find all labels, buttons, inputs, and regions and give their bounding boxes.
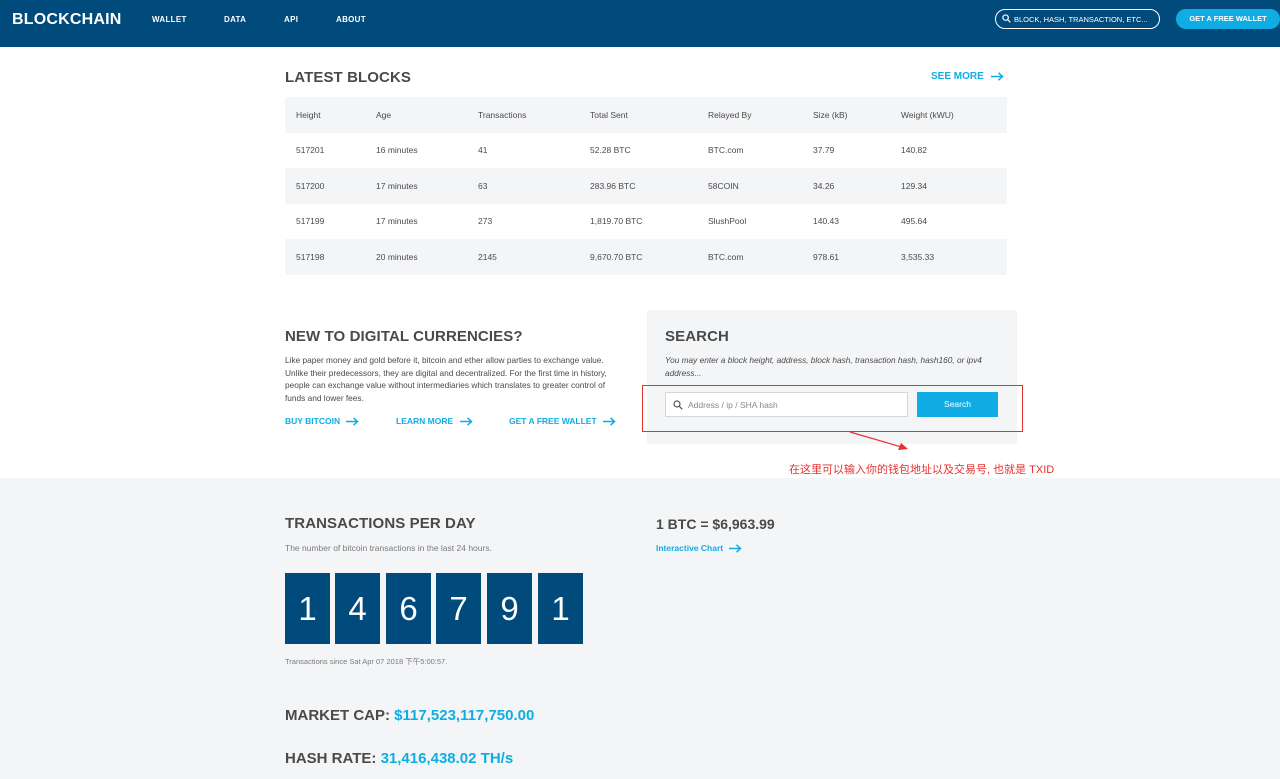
table-row: 517199 17 minutes 273 1,819.70 BTC Slush… — [285, 204, 1007, 240]
block-age: 17 minutes — [376, 216, 418, 227]
arrow-right-icon — [459, 417, 473, 427]
counter-digit: 7 — [436, 573, 481, 644]
block-age: 20 minutes — [376, 251, 418, 262]
relayed-by-link[interactable]: BTC.com — [697, 133, 802, 169]
transactions-subtitle: The number of bitcoin transactions in th… — [285, 543, 492, 553]
block-weight: 129.34 — [901, 180, 927, 191]
block-weight: 495.64 — [901, 216, 927, 227]
block-weight: 3,535.33 — [901, 251, 935, 262]
nav-wallet[interactable]: WALLET — [152, 15, 187, 24]
stats-section — [0, 478, 1280, 779]
btc-price: 1 BTC = $6,963.99 — [656, 516, 775, 532]
block-height-link[interactable]: 517201 — [285, 133, 365, 169]
hash-rate: HASH RATE: 31,416,438.02 TH/s — [285, 750, 513, 767]
blockchain-logo[interactable]: BLOCKCHAIN — [12, 11, 122, 29]
market-cap-value: $117,523,117,750.00 — [394, 707, 535, 724]
market-cap-label: MARKET CAP: — [285, 707, 390, 724]
column-header: Relayed By — [708, 109, 752, 120]
annotation-arrow-icon — [849, 431, 908, 450]
block-size: 34.26 — [813, 180, 835, 191]
block-transactions: 273 — [478, 216, 493, 227]
latest-blocks-title: LATEST BLOCKS — [285, 69, 412, 86]
header-search[interactable] — [995, 9, 1160, 29]
arrow-right-icon — [346, 417, 360, 427]
market-cap: MARKET CAP: $117,523,117,750.00 — [285, 707, 534, 724]
intro-text: Like paper money and gold before it, bit… — [285, 355, 607, 403]
learn-more-label: LEARN MORE — [396, 416, 454, 426]
counter-digit: 1 — [538, 573, 583, 644]
block-size: 978.61 — [813, 251, 839, 262]
transactions-since-text: Transactions since Sat Apr 07 2018 下午5:0… — [285, 657, 448, 666]
top-nav-bar: BLOCKCHAIN WALLET DATA API ABOUT GET A F… — [0, 0, 1280, 47]
column-header: Transactions — [478, 109, 527, 120]
column-header: Total Sent — [590, 109, 628, 120]
annotation-highlight-box — [642, 385, 1023, 432]
annotation-text: 在这里可以输入你的钱包地址以及交易号, 也就是 TXID — [789, 464, 1055, 476]
block-total-sent: 9,670.70 BTC — [590, 251, 643, 262]
table-row: 517200 17 minutes 63 283.96 BTC 58COIN 3… — [285, 168, 1007, 204]
see-more-label: SEE MORE — [931, 71, 984, 82]
latest-blocks-table: Height Age Transactions Total Sent Relay… — [285, 97, 1007, 275]
table-row: 517201 16 minutes 41 52.28 BTC BTC.com 3… — [285, 133, 1007, 169]
column-header: Weight (kWU) — [901, 109, 954, 120]
block-size: 140.43 — [813, 216, 839, 227]
counter-digit: 1 — [285, 573, 330, 644]
column-header: Age — [376, 109, 392, 120]
buy-bitcoin-link[interactable]: BUY BITCOIN — [285, 416, 360, 427]
arrow-right-icon — [603, 417, 616, 427]
get-free-wallet-link[interactable]: GET A FREE WALLET — [509, 416, 616, 427]
interactive-chart-label: Interactive Chart — [656, 543, 724, 553]
transactions-per-day-title: TRANSACTIONS PER DAY — [285, 515, 476, 532]
nav-about[interactable]: ABOUT — [336, 15, 366, 24]
arrow-right-icon — [990, 72, 1004, 81]
block-transactions: 41 — [478, 145, 488, 156]
hash-rate-value: 31,416,438.02 TH/s — [380, 750, 514, 767]
block-transactions: 63 — [478, 180, 488, 191]
block-total-sent: 283.96 BTC — [590, 180, 636, 191]
column-header: Size (kB) — [813, 109, 848, 120]
arrow-right-icon — [729, 544, 743, 554]
nav-api[interactable]: API — [284, 15, 298, 24]
block-weight: 140.82 — [901, 145, 927, 156]
learn-more-link[interactable]: LEARN MORE — [396, 416, 473, 427]
block-height-link[interactable]: 517198 — [285, 239, 365, 275]
block-total-sent: 52.28 BTC — [590, 145, 631, 156]
see-more-link[interactable]: SEE MORE — [931, 71, 1004, 82]
column-header: Height — [296, 109, 321, 120]
search-title: SEARCH — [665, 328, 729, 345]
block-size: 37.79 — [813, 145, 835, 156]
search-icon — [1002, 14, 1011, 23]
table-header-row: Height Age Transactions Total Sent Relay… — [285, 97, 1007, 133]
block-total-sent: 1,819.70 BTC — [590, 216, 643, 227]
relayed-by-link[interactable]: SlushPool — [697, 204, 802, 240]
header-search-input[interactable] — [1014, 12, 1156, 26]
table-row: 517198 20 minutes 2145 9,670.70 BTC BTC.… — [285, 239, 1007, 275]
block-transactions: 2145 — [478, 251, 497, 262]
counter-digit: 4 — [335, 573, 380, 644]
get-free-wallet-label: GET A FREE WALLET — [509, 416, 597, 426]
counter-digit: 6 — [386, 573, 431, 644]
search-description: You may enter a block height, address, b… — [665, 355, 982, 378]
block-age: 17 minutes — [376, 180, 418, 191]
block-age: 16 minutes — [376, 145, 418, 156]
relayed-by-link[interactable]: BTC.com — [697, 239, 802, 275]
block-height-link[interactable]: 517199 — [285, 204, 365, 240]
hash-rate-label: HASH RATE: — [285, 750, 377, 767]
get-free-wallet-button[interactable]: GET A FREE WALLET — [1176, 9, 1280, 29]
intro-title: NEW TO DIGITAL CURRENCIES? — [285, 328, 523, 345]
relayed-by-link[interactable]: 58COIN — [697, 168, 802, 204]
buy-bitcoin-label: BUY BITCOIN — [285, 416, 341, 426]
nav-data[interactable]: DATA — [224, 15, 246, 24]
interactive-chart-link[interactable]: Interactive Chart — [656, 543, 743, 554]
block-height-link[interactable]: 517200 — [285, 168, 365, 204]
counter-digit: 9 — [487, 573, 532, 644]
